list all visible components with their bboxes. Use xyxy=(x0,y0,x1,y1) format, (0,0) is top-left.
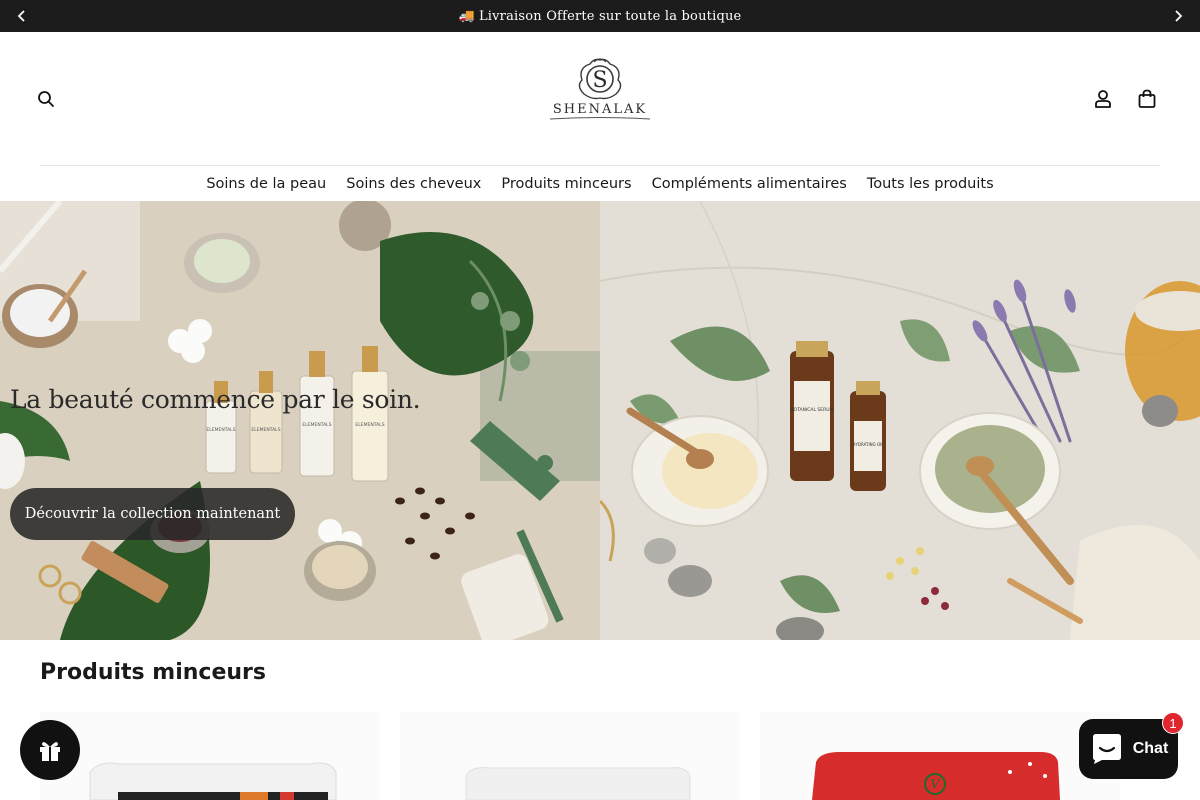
section-title: Produits minceurs xyxy=(40,660,267,685)
hero-heading: La beauté commence par le soin. xyxy=(10,385,421,414)
user-icon xyxy=(1095,90,1111,108)
natural-ingredients-illustration: BOTANICAL SERUM HYDRATING OIL xyxy=(600,201,1200,640)
nav-item-slimming-products[interactable]: Produits minceurs xyxy=(501,176,631,192)
chevron-right-icon xyxy=(1175,10,1183,22)
announcement-next-button[interactable] xyxy=(1158,0,1198,32)
logo-monogram-icon: S xyxy=(578,58,622,100)
logo-underline xyxy=(550,117,650,120)
hero-banner: ELEMENTALS ELEMENTALS ELEMENTALS ELEMENT… xyxy=(0,201,1200,640)
search-icon xyxy=(38,91,54,107)
svg-text:S: S xyxy=(592,68,607,93)
svg-text:V: V xyxy=(931,777,941,791)
product-card[interactable] xyxy=(40,712,380,800)
product-image xyxy=(40,712,380,800)
hero-image-left: ELEMENTALS ELEMENTALS ELEMENTALS ELEMENT… xyxy=(0,201,600,640)
nav-item-hair-care[interactable]: Soins des cheveux xyxy=(346,176,481,192)
product-image: V xyxy=(760,712,1120,800)
logo-wordmark: SHENALAK xyxy=(552,102,648,117)
product-card[interactable] xyxy=(400,712,740,800)
search-button[interactable] xyxy=(36,89,56,109)
account-button[interactable] xyxy=(1092,88,1114,110)
site-header: S SHENALAK xyxy=(0,32,1200,165)
shopping-bag-icon xyxy=(1138,89,1156,108)
svg-text:ELEMENTALS: ELEMENTALS xyxy=(302,422,331,428)
product-image xyxy=(400,712,740,800)
main-navigation: Soins de la peau Soins des cheveux Produ… xyxy=(0,166,1200,201)
product-card[interactable]: V xyxy=(760,712,1120,800)
svg-text:ELEMENTALS: ELEMENTALS xyxy=(355,422,384,428)
discover-collection-button[interactable]: Découvrir la collection maintenant xyxy=(10,488,295,540)
nav-item-skin-care[interactable]: Soins de la peau xyxy=(206,176,326,192)
site-logo[interactable]: S SHENALAK xyxy=(540,56,660,122)
svg-text:HYDRATING OIL: HYDRATING OIL xyxy=(852,442,884,447)
svg-text:ELEMENTALS: ELEMENTALS xyxy=(251,427,280,433)
rewards-button[interactable] xyxy=(20,720,80,780)
truck-icon: 🚚 xyxy=(458,8,475,24)
chat-bubble-icon xyxy=(1092,734,1121,764)
svg-text:BOTANICAL SERUM: BOTANICAL SERUM xyxy=(791,407,834,413)
announcement-message: 🚚 Livraison Offerte sur toute la boutiqu… xyxy=(459,9,742,24)
chevron-left-icon xyxy=(17,10,25,22)
gift-icon xyxy=(40,742,60,761)
announcement-text: Livraison Offerte sur toute la boutique xyxy=(478,8,742,24)
svg-text:ELEMENTALS: ELEMENTALS xyxy=(206,427,235,433)
nav-item-supplements[interactable]: Compléments alimentaires xyxy=(652,176,847,192)
cart-button[interactable] xyxy=(1136,88,1158,110)
skincare-flatlay-illustration: ELEMENTALS ELEMENTALS ELEMENTALS ELEMENT… xyxy=(0,201,600,640)
hero-image-right: BOTANICAL SERUM HYDRATING OIL xyxy=(600,201,1200,640)
chat-label: Chat xyxy=(1132,740,1169,757)
chat-unread-badge: 1 xyxy=(1162,712,1184,734)
announcement-bar: 🚚 Livraison Offerte sur toute la boutiqu… xyxy=(0,0,1200,32)
nav-item-all-products[interactable]: Touts les produits xyxy=(867,176,994,192)
announcement-prev-button[interactable] xyxy=(2,0,42,32)
